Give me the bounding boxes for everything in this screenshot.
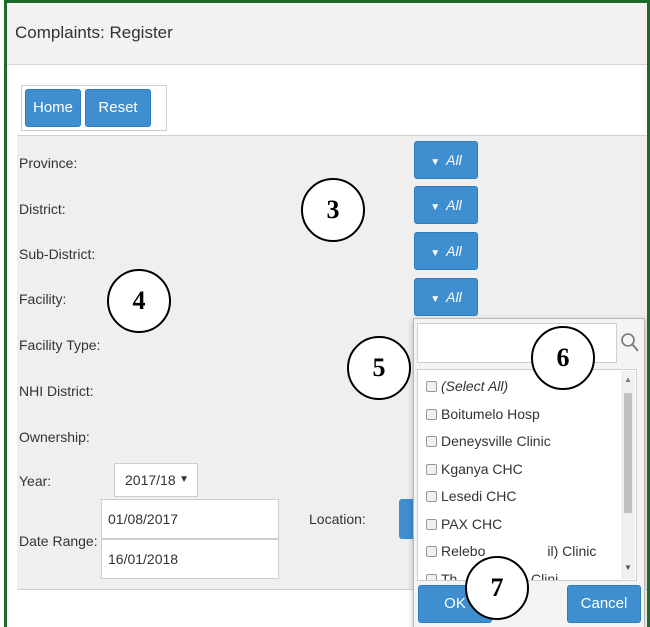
province-filter-button[interactable]: ▼ All bbox=[414, 141, 478, 179]
funnel-icon: ▼ bbox=[430, 202, 441, 213]
checkbox[interactable] bbox=[426, 519, 437, 530]
funnel-icon: ▼ bbox=[430, 157, 441, 168]
facility-filter-value: All bbox=[446, 289, 462, 305]
province-label: Province: bbox=[19, 155, 78, 171]
nhi-district-label: NHI District: bbox=[19, 383, 94, 399]
checkbox[interactable] bbox=[426, 409, 437, 420]
list-item[interactable]: Deneysville Clinic bbox=[426, 433, 551, 449]
list-item[interactable]: PAX CHC bbox=[426, 516, 502, 532]
list-item[interactable]: Kganya CHC bbox=[426, 461, 523, 477]
annotation-6: 6 bbox=[531, 326, 595, 390]
district-filter-button[interactable]: ▼ All bbox=[414, 186, 478, 224]
annotation-3: 3 bbox=[301, 178, 365, 242]
province-filter-value: All bbox=[446, 152, 462, 168]
home-button[interactable]: Home bbox=[25, 89, 81, 127]
ownership-label: Ownership: bbox=[19, 429, 90, 445]
search-icon[interactable] bbox=[619, 331, 641, 355]
annotation-7: 7 bbox=[465, 556, 529, 620]
scroll-down-icon[interactable]: ▼ bbox=[624, 563, 632, 572]
annotation-4: 4 bbox=[107, 269, 171, 333]
funnel-icon: ▼ bbox=[430, 248, 441, 259]
year-select[interactable]: 2017/18 ▼ bbox=[114, 463, 198, 497]
date-range-label: Date Range: bbox=[19, 533, 98, 549]
subdistrict-filter-button[interactable]: ▼ All bbox=[414, 232, 478, 270]
district-label: District: bbox=[19, 201, 66, 217]
list-item[interactable]: Relebo il) Clinic bbox=[426, 543, 596, 559]
checkbox[interactable] bbox=[426, 381, 437, 392]
date-from-input[interactable]: 01/08/2017 bbox=[101, 499, 279, 539]
list-item[interactable]: Boitumelo Hosp bbox=[426, 406, 540, 422]
app-window: Complaints: Register Home Reset Province… bbox=[4, 0, 650, 627]
subdistrict-filter-value: All bbox=[446, 243, 462, 259]
scroll-up-icon[interactable]: ▲ bbox=[624, 375, 632, 384]
location-label: Location: bbox=[309, 511, 366, 527]
funnel-icon: ▼ bbox=[430, 294, 441, 305]
checkbox[interactable] bbox=[426, 546, 437, 557]
cancel-button[interactable]: Cancel bbox=[567, 585, 641, 623]
year-label: Year: bbox=[19, 473, 52, 489]
checkbox[interactable] bbox=[426, 574, 437, 580]
list-item-select-all[interactable]: (Select All) bbox=[426, 378, 508, 394]
list-item[interactable]: Lesedi CHC bbox=[426, 488, 516, 504]
district-filter-value: All bbox=[446, 197, 462, 213]
date-to-input[interactable]: 16/01/2018 bbox=[101, 539, 279, 579]
reset-button[interactable]: Reset bbox=[85, 89, 151, 127]
checkbox[interactable] bbox=[426, 464, 437, 475]
dropdown-scrollbar[interactable]: ▲ ▼ bbox=[621, 371, 635, 579]
facility-label: Facility: bbox=[19, 291, 67, 307]
subdistrict-label: Sub-District: bbox=[19, 246, 96, 262]
facility-filter-button[interactable]: ▼ All bbox=[414, 278, 478, 316]
scroll-thumb[interactable] bbox=[624, 393, 632, 513]
checkbox[interactable] bbox=[426, 436, 437, 447]
year-select-value: 2017/18 bbox=[125, 472, 176, 488]
annotation-5: 5 bbox=[347, 336, 411, 400]
chevron-down-icon: ▼ bbox=[179, 474, 189, 485]
facility-option-list: (Select All) Boitumelo Hosp Deneysville … bbox=[417, 369, 637, 581]
facility-type-label: Facility Type: bbox=[19, 337, 101, 353]
page-title: Complaints: Register bbox=[15, 23, 173, 42]
title-bar: Complaints: Register bbox=[7, 3, 647, 65]
checkbox[interactable] bbox=[426, 491, 437, 502]
